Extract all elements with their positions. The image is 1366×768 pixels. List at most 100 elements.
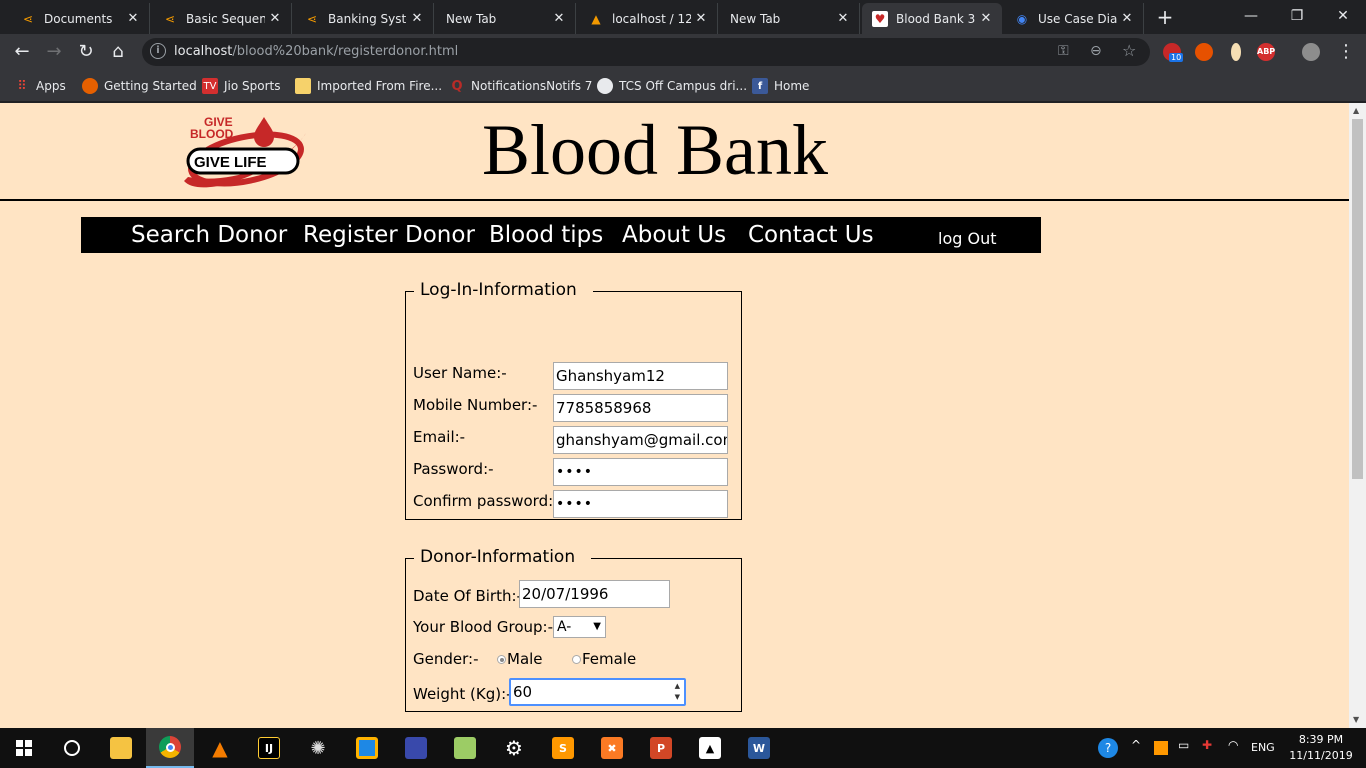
star-icon[interactable]: ☆ (1122, 41, 1136, 60)
bookmark-imported[interactable]: Imported From Fire... (295, 77, 442, 95)
reload-icon[interactable]: ↻ (74, 40, 98, 64)
profile-avatar[interactable] (1302, 43, 1320, 61)
close-icon[interactable]: ✕ (691, 11, 711, 26)
nav-logout[interactable]: log Out (938, 229, 996, 248)
tray-app-icon[interactable] (1154, 741, 1168, 755)
close-icon[interactable]: ✕ (833, 11, 853, 26)
close-icon[interactable]: ✕ (407, 11, 427, 26)
folder-icon (295, 78, 311, 94)
email-input[interactable]: ghanshyam@gmail.com (553, 426, 728, 454)
chevron-up-icon[interactable]: ^ (1131, 738, 1141, 752)
app-square-icon[interactable] (343, 728, 391, 768)
gender-label: Gender:- (413, 650, 479, 668)
new-tab-button[interactable]: + (1153, 5, 1177, 29)
word-icon[interactable]: W (735, 728, 783, 768)
tab-blood-bank[interactable]: ♥ Blood Bank 3m ✕ (862, 3, 1002, 34)
page-viewport: GIVE BLOOD GIVE LIFE Blood Bank Search D… (0, 103, 1349, 728)
cortana-search-icon[interactable] (48, 728, 96, 768)
forward-icon[interactable]: → (42, 40, 66, 64)
password-input[interactable]: •••• (553, 458, 728, 486)
tab-banking-system[interactable]: ⋖ Banking System ✕ (294, 3, 434, 34)
battery-icon[interactable]: ▭ (1178, 738, 1189, 752)
gender-female-radio[interactable] (572, 655, 581, 664)
back-icon[interactable]: ← (10, 40, 34, 64)
address-bar[interactable]: i localhost/blood%20bank/registerdonor.h… (142, 38, 1150, 66)
language-indicator[interactable]: ENG (1251, 741, 1275, 754)
tab-use-case-diagram[interactable]: ◉ Use Case Diag ✕ (1004, 3, 1144, 34)
bookmark-label: Apps (36, 79, 66, 93)
scroll-up-icon[interactable]: ▲ (1353, 106, 1359, 115)
tab-localhost[interactable]: ▲ localhost / 127 ✕ (578, 3, 718, 34)
main-nav: Search Donor Register Donor Blood tips A… (81, 217, 1041, 253)
pinwheel-icon[interactable]: ✺ (294, 728, 342, 768)
bookmark-home[interactable]: f Home (752, 77, 809, 95)
gender-male-radio[interactable] (497, 655, 506, 664)
chrome-icon[interactable] (146, 728, 194, 768)
nav-contact-us[interactable]: Contact Us (748, 222, 874, 248)
nav-search-donor[interactable]: Search Donor (131, 222, 287, 248)
bookmark-label: Getting Started (104, 79, 197, 93)
close-icon[interactable]: ✕ (976, 11, 996, 26)
bookmark-jio-sports[interactable]: TV Jio Sports (202, 77, 281, 95)
svg-text:BLOOD: BLOOD (190, 127, 234, 141)
donor-info-fieldset: Donor-Information Date Of Birth:- 20/07/… (405, 547, 742, 712)
settings-icon[interactable]: ⚙ (490, 728, 538, 768)
scroll-down-icon[interactable]: ▼ (1353, 715, 1359, 724)
nav-about-us[interactable]: About Us (622, 222, 726, 248)
svg-text:GIVE LIFE: GIVE LIFE (194, 154, 267, 171)
close-icon[interactable]: ✕ (123, 11, 143, 26)
spinner-arrows-icon[interactable]: ▲ ▼ (675, 681, 680, 703)
bottle-extension-icon[interactable] (1231, 43, 1241, 61)
photos-icon[interactable]: ▲ (686, 728, 734, 768)
tab-new-tab-1[interactable]: New Tab ✕ (436, 3, 576, 34)
tab-documents[interactable]: ⋖ Documents ✕ (10, 3, 150, 34)
url-text[interactable]: localhost/blood%20bank/registerdonor.htm… (174, 44, 458, 59)
bookmark-getting-started[interactable]: Getting Started (82, 77, 197, 95)
blood-group-select[interactable]: A- ▼ (553, 616, 606, 638)
blood-group-value: A- (557, 619, 572, 635)
folder-app-icon[interactable] (441, 728, 489, 768)
dob-input[interactable]: 20/07/1996 (519, 580, 670, 608)
close-icon[interactable]: ✕ (549, 11, 569, 26)
windows-start-icon[interactable] (0, 728, 48, 768)
username-input[interactable]: Ghanshyam12 (553, 362, 728, 390)
xampp-icon[interactable]: ✖ (588, 728, 636, 768)
share-icon: ⋖ (306, 11, 318, 26)
tab-new-tab-2[interactable]: New Tab ✕ (720, 3, 860, 34)
scrollbar-thumb[interactable] (1352, 119, 1363, 479)
network-app-icon[interactable] (392, 728, 440, 768)
bookmark-notifications[interactable]: Q NotificationsNotifs 7 (449, 77, 592, 95)
nav-register-donor[interactable]: Register Donor (303, 222, 475, 248)
nav-blood-tips[interactable]: Blood tips (489, 222, 603, 248)
quora-icon: Q (451, 78, 463, 94)
fire-extension-icon[interactable] (1195, 43, 1213, 61)
close-icon[interactable]: ✕ (1117, 11, 1137, 26)
menu-icon[interactable]: ⋮ (1334, 40, 1358, 64)
help-icon[interactable]: ? (1098, 738, 1118, 758)
system-clock[interactable]: 8:39 PM 11/11/2019 (1286, 732, 1356, 764)
sublime-text-icon[interactable]: S (539, 728, 587, 768)
tab-basic-sequence[interactable]: ⋖ Basic Sequence ✕ (152, 3, 292, 34)
email-label: Email:- (413, 428, 466, 446)
wifi-icon[interactable]: ◠ (1228, 738, 1238, 752)
bookmark-tcs[interactable]: TCS Off Campus dri... (597, 77, 747, 95)
notification-badge-icon[interactable]: ✚ (1202, 738, 1212, 752)
minimize-button[interactable]: — (1228, 0, 1274, 32)
weight-input[interactable]: 60 ▲ ▼ (509, 678, 686, 706)
key-icon[interactable]: ⚿ (1058, 43, 1069, 59)
vlc-icon[interactable]: ▲ (196, 728, 244, 768)
powerpoint-icon[interactable]: P (637, 728, 685, 768)
info-icon[interactable]: i (150, 43, 166, 59)
adblock-icon[interactable]: ABP (1257, 43, 1275, 61)
mobile-input[interactable]: 7785858968 (553, 394, 728, 422)
home-icon[interactable]: ⌂ (106, 40, 130, 64)
zoom-icon[interactable]: ⊖ (1090, 43, 1102, 59)
intellij-icon[interactable]: IJ (245, 728, 293, 768)
page-scrollbar[interactable]: ▲ ▼ (1349, 103, 1366, 728)
restore-button[interactable]: ❐ (1274, 0, 1320, 32)
file-explorer-icon[interactable] (97, 728, 145, 768)
close-icon[interactable]: ✕ (265, 11, 285, 26)
confirm-password-input[interactable]: •••• (553, 490, 728, 518)
close-window-button[interactable]: ✕ (1320, 0, 1366, 32)
bookmark-apps[interactable]: ⠿ Apps (14, 77, 66, 95)
